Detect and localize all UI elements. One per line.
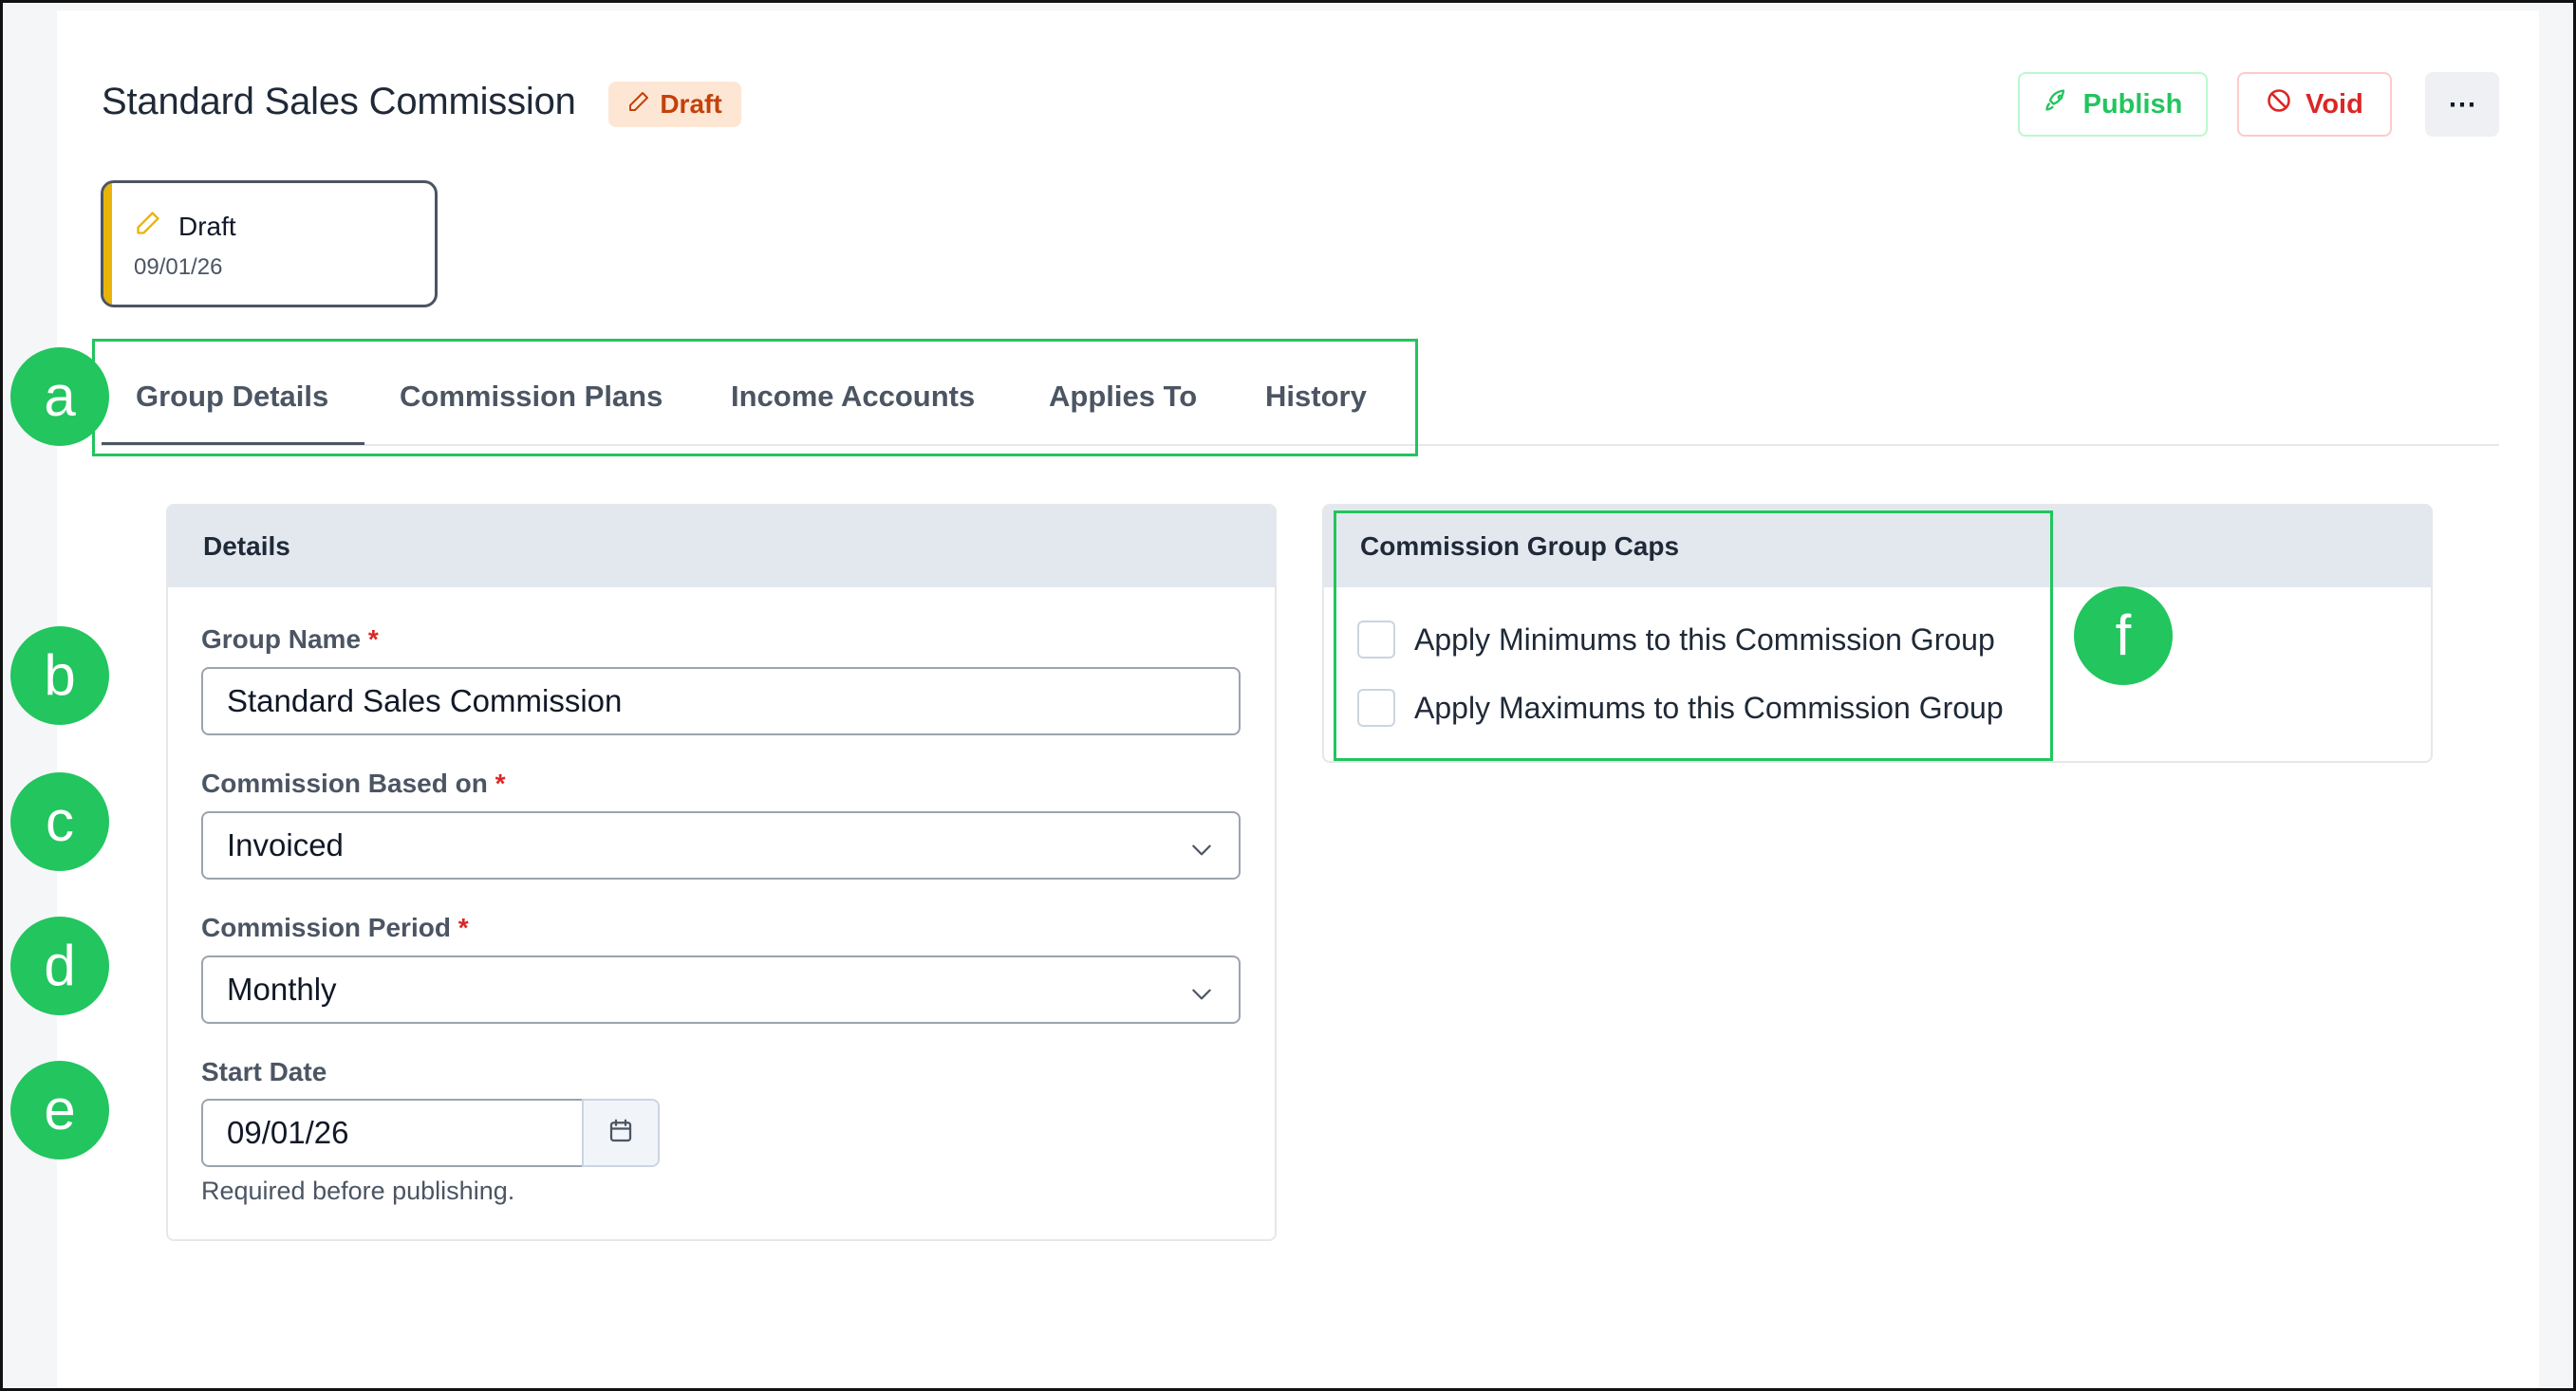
tab-group-details[interactable]: Group Details	[136, 380, 328, 414]
page-gutter-right	[2539, 3, 2573, 1388]
void-button[interactable]: Void	[2237, 72, 2392, 137]
apply-maximums-checkbox[interactable]	[1357, 689, 1395, 727]
apply-minimums-checkbox[interactable]	[1357, 621, 1395, 658]
version-card[interactable]: Draft 09/01/26	[101, 180, 438, 307]
group-name-label-text: Group Name	[201, 624, 362, 654]
apply-maximums-label: Apply Maximums to this Commission Group	[1414, 690, 2004, 725]
commission-based-on-value: Invoiced	[227, 827, 344, 862]
tab-history[interactable]: History	[1265, 380, 1367, 414]
publish-label: Publish	[2082, 88, 2183, 120]
group-name-input[interactable]: Standard Sales Commission	[201, 667, 1241, 735]
active-tab-indicator	[102, 442, 364, 445]
status-badge-label: Draft	[660, 89, 722, 119]
more-actions-button[interactable]: ⋯	[2425, 72, 2499, 137]
chevron-down-icon	[1187, 834, 1216, 870]
callout-b: b	[10, 626, 109, 725]
commission-based-on-select[interactable]: Invoiced	[201, 811, 1241, 880]
apply-maximums-option[interactable]: Apply Maximums to this Commission Group	[1357, 689, 2004, 727]
publish-button[interactable]: Publish	[2018, 72, 2208, 137]
commission-based-on-label-text: Commission Based on	[201, 769, 488, 798]
group-name-label: Group Name *	[201, 624, 379, 655]
start-date-input[interactable]: 09/01/26	[201, 1099, 584, 1167]
apply-minimums-label: Apply Minimums to this Commission Group	[1414, 621, 1995, 657]
version-card-accent	[103, 183, 112, 305]
caps-panel-header: Commission Group Caps	[1324, 506, 2431, 587]
callout-a: a	[10, 347, 109, 446]
commission-period-value: Monthly	[227, 972, 337, 1007]
page-title: Standard Sales Commission	[102, 81, 576, 122]
required-marker: *	[367, 624, 379, 654]
void-label: Void	[2305, 88, 2363, 120]
pencil-icon	[135, 210, 161, 243]
tab-applies-to[interactable]: Applies To	[1049, 380, 1197, 414]
commission-period-select[interactable]: Monthly	[201, 955, 1241, 1024]
start-date-label: Start Date	[201, 1057, 327, 1086]
commission-period-label-text: Commission Period	[201, 913, 451, 942]
required-marker: *	[495, 769, 506, 798]
ellipsis-icon: ⋯	[2448, 88, 2476, 121]
start-date-value: 09/01/26	[227, 1115, 349, 1150]
commission-period-label: Commission Period *	[201, 913, 469, 943]
ban-icon	[2266, 87, 2292, 121]
commission-based-on-label: Commission Based on *	[201, 769, 506, 799]
start-date-help: Required before publishing.	[201, 1177, 515, 1205]
pencil-icon	[627, 89, 650, 120]
group-name-value: Standard Sales Commission	[227, 683, 623, 718]
status-badge: Draft	[608, 82, 741, 127]
version-status: Draft	[178, 211, 236, 241]
tabs-baseline	[101, 444, 2499, 446]
tab-commission-plans[interactable]: Commission Plans	[400, 380, 663, 414]
version-date: 09/01/26	[134, 254, 223, 280]
callout-e: e	[10, 1061, 109, 1159]
calendar-icon	[607, 1117, 635, 1150]
date-picker-button[interactable]	[582, 1099, 660, 1167]
chevron-down-icon	[1187, 978, 1216, 1014]
callout-c: c	[10, 772, 109, 871]
required-marker: *	[457, 913, 469, 942]
callout-d: d	[10, 917, 109, 1015]
apply-minimums-option[interactable]: Apply Minimums to this Commission Group	[1357, 621, 1995, 658]
page-gutter-top	[3, 3, 2573, 10]
tab-income-accounts[interactable]: Income Accounts	[731, 380, 975, 414]
details-panel-header: Details	[168, 506, 1275, 587]
rocket-icon	[2044, 87, 2070, 121]
callout-f: f	[2074, 586, 2173, 685]
